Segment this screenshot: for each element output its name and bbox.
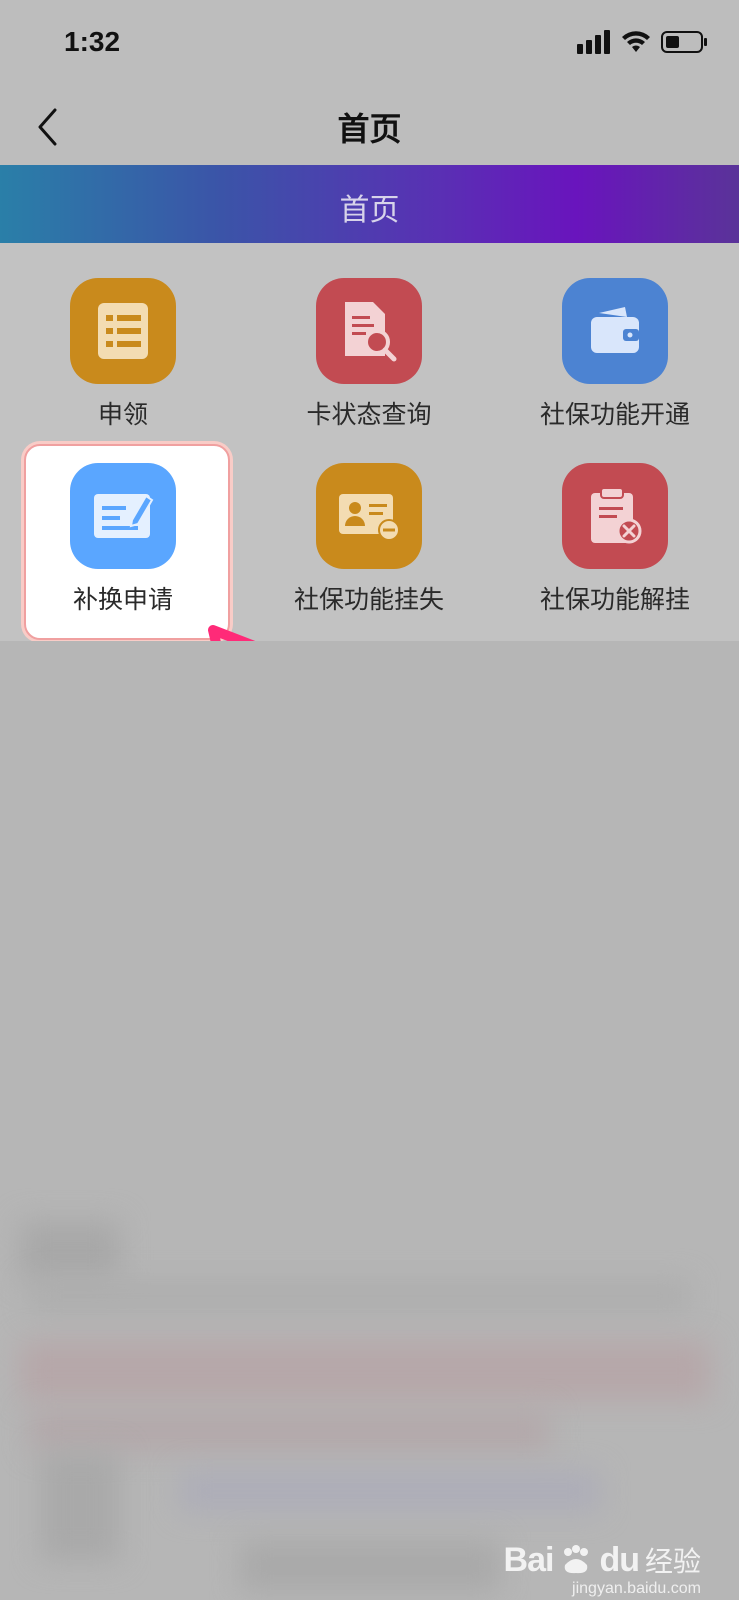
tile-replacement-apply[interactable]: 补换申请 [0,428,246,614]
watermark-brand-2: du [599,1540,640,1579]
id-card-remove-icon [316,463,422,569]
tile-label: 社保功能挂失 [293,586,444,614]
edit-card-icon [70,463,176,569]
wifi-icon [622,31,650,52]
clipboard-cancel-icon [562,463,668,569]
tile-apply[interactable]: 申领 [0,243,246,429]
tile-social-security-activate[interactable]: 社保功能开通 [492,243,738,429]
page-title: 首页 [337,111,402,147]
wallet-icon [562,278,668,384]
tile-card-status[interactable]: 卡状态查询 [246,243,492,429]
tile-label: 补换申请 [72,586,173,614]
paw-icon [564,1545,589,1574]
document-search-icon [316,278,422,384]
nav-bar: 首页 [0,90,739,165]
list-icon [70,278,176,384]
tile-social-security-unfreeze[interactable]: 社保功能解挂 [492,428,738,614]
baidu-watermark: Bai du 经验 jingyan.baidu.com [503,1540,701,1598]
status-bar: 1:32 [0,0,739,90]
battery-icon [661,31,707,53]
status-time: 1:32 [64,26,121,57]
watermark-url: jingyan.baidu.com [572,1580,701,1597]
tile-social-security-report-loss[interactable]: 社保功能挂失 [246,428,492,614]
banner-title: 首页 [339,194,400,227]
tile-label: 申领 [97,401,148,429]
header-banner: 首页 [0,165,739,243]
tile-label: 卡状态查询 [306,401,432,429]
watermark-cn: 经验 [644,1546,701,1577]
tile-label: 社保功能解挂 [539,586,690,614]
watermark-brand: Bai [503,1540,555,1579]
blurred-content: Bai du 经验 jingyan.baidu.com [0,641,739,1600]
signal-icon [577,30,610,54]
status-icons [577,30,709,54]
tile-label: 社保功能开通 [539,401,690,429]
